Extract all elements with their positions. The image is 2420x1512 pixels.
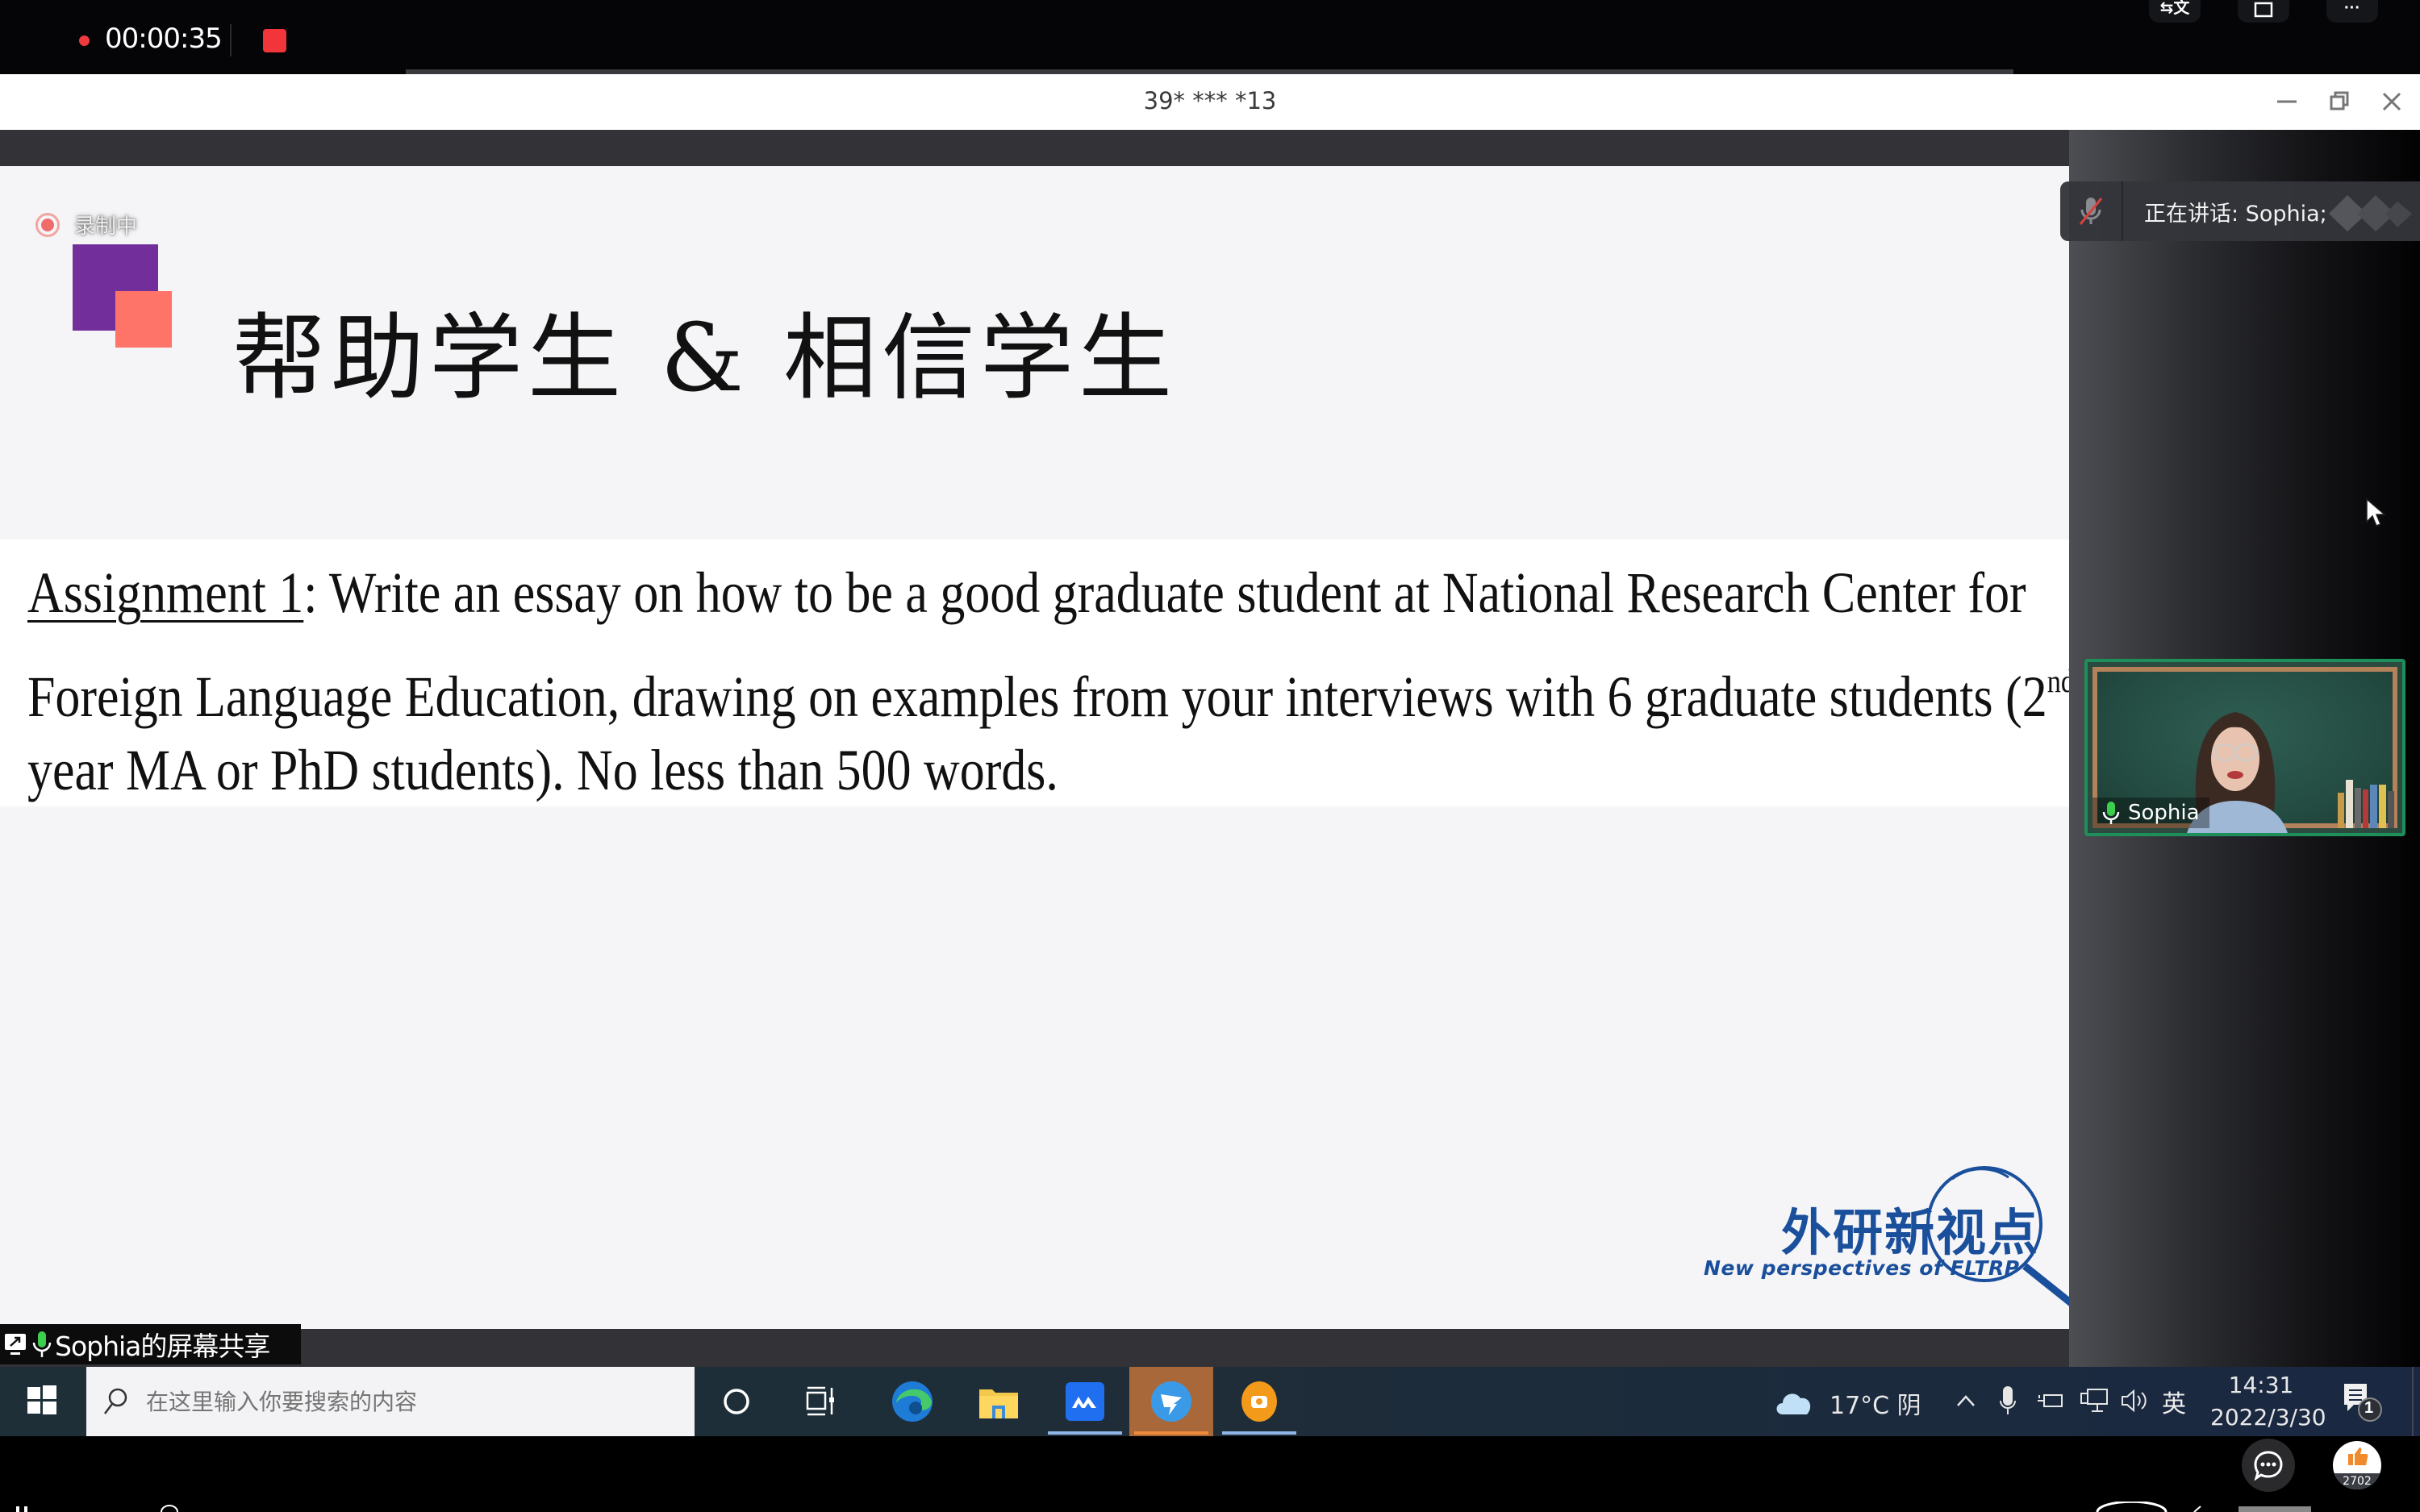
stop-recording-button[interactable] [263, 29, 286, 52]
chat-bubble-icon [2254, 1451, 2283, 1481]
body-line-2: Foreign Language Education, drawing on e… [27, 637, 2075, 729]
taskbar-clock[interactable]: 14:31 2022/3/30 [2210, 1369, 2326, 1434]
toolbar-divider [230, 24, 232, 56]
body-line-3: year MA or PhD students). No less than 5… [27, 738, 1058, 802]
edge-icon [892, 1381, 933, 1422]
minimize-icon [2277, 100, 2297, 103]
recording-toolbar [0, 0, 2420, 74]
window-button[interactable] [2238, 0, 2289, 23]
cortana-icon [724, 1389, 749, 1414]
active-speaker-badge: 正在讲话: Sophia; [2060, 181, 2420, 241]
bottom-controls-partial [16, 1502, 2311, 1512]
body-line-1: Assignment 1: Write an essay on how to b… [27, 548, 2026, 637]
slide-title: 帮助学生 & 相信学生 [232, 304, 1178, 413]
notification-count: 1 [2364, 1399, 2374, 1417]
window-title: 39* *** *13 [1143, 87, 1277, 115]
microphone-icon [2000, 1386, 2016, 1414]
screen-share-label: Sophia的屏幕共享 [0, 1324, 301, 1364]
volume-icon [2122, 1389, 2147, 1413]
recording-indicator: 录制中 [35, 210, 137, 240]
running-indicator [1222, 1431, 1296, 1435]
chat-button[interactable] [2242, 1439, 2295, 1492]
speaking-label: 正在讲话: Sophia; [2144, 201, 2327, 227]
network-icon [2080, 1389, 2108, 1412]
clock-time: 14:31 [2228, 1372, 2294, 1398]
chevron-up-icon [1957, 1395, 1975, 1406]
translate-button[interactable]: ⇆文 [2149, 0, 2201, 23]
screen-share-text: Sophia的屏幕共享 [55, 1331, 270, 1362]
close-icon [2382, 92, 2401, 111]
volume-tray[interactable] [2118, 1381, 2153, 1421]
body-line-2-text: Foreign Language Education, drawing on e… [27, 664, 2047, 729]
action-center-button[interactable]: 1 [2339, 1381, 2388, 1430]
show-desktop-button[interactable] [2412, 1367, 2414, 1436]
translate-icon: ⇆文 [2159, 0, 2190, 17]
recording-label: 录制中 [74, 214, 138, 238]
search-icon [104, 1388, 127, 1414]
network-tray[interactable] [2076, 1381, 2112, 1421]
active-indicator [1134, 1431, 1208, 1435]
start-button[interactable] [21, 1379, 63, 1421]
slide-decoration-salmon [115, 291, 172, 348]
taskbar-search[interactable] [86, 1367, 695, 1436]
more-button[interactable]: ··· [2326, 0, 2378, 23]
notification-icon [2344, 1384, 2382, 1422]
taskbar-app-blue[interactable] [1043, 1367, 1127, 1436]
minimize-button[interactable] [2267, 84, 2307, 119]
dingtalk-icon [1151, 1381, 1191, 1422]
app-blue-icon [1066, 1382, 1104, 1421]
taskbar-dingtalk-active[interactable] [1129, 1367, 1213, 1436]
running-indicator [1048, 1431, 1122, 1435]
recording-timer: 00:00:35 [105, 23, 223, 55]
like-button[interactable]: 2702 [2333, 1441, 2381, 1489]
assignment-label: Assignment 1 [27, 560, 304, 625]
weather-text[interactable]: 17°C 阴 [1830, 1385, 1921, 1421]
show-hidden-icons-button[interactable] [1948, 1381, 1984, 1421]
recording-dot-icon [79, 35, 90, 46]
slide-bottom-strip [0, 1329, 2069, 1367]
mouse-cursor-icon [2366, 498, 2387, 527]
thumbs-up-icon [2348, 1447, 2368, 1465]
windows-logo-icon [27, 1385, 56, 1414]
weather-cloud-icon[interactable] [1775, 1387, 1813, 1418]
more-icon: ··· [2344, 0, 2360, 17]
app-orange-icon [1241, 1381, 1277, 1422]
folder-icon [979, 1389, 1018, 1418]
app-watermark-icon [2329, 195, 2412, 231]
logo-english-text: New perspectives of FLTRP [1704, 1256, 2020, 1280]
like-count: 2702 [2333, 1473, 2381, 1489]
restore-icon [2330, 91, 2349, 110]
clock-date: 2022/3/30 [2210, 1404, 2326, 1431]
mic-on-icon [2102, 802, 2120, 824]
slide-body-text: Assignment 1: Write an essay on how to b… [27, 548, 2075, 814]
task-view-icon [806, 1386, 834, 1416]
fltrp-logo: 外研新视点 New perspectives of FLTRP [1702, 1161, 2073, 1306]
bookshelf [2338, 777, 2394, 828]
file-explorer-button[interactable] [957, 1367, 1041, 1436]
participant-name: Sophia [2128, 801, 2200, 825]
screen-share-icon [5, 1334, 26, 1355]
participant-video-tile[interactable]: Sophia [2084, 659, 2405, 836]
battery-plug-icon [2038, 1394, 2063, 1407]
window-icon [2254, 2, 2273, 18]
close-button[interactable] [2372, 84, 2412, 119]
participant-name-bar: Sophia [2092, 798, 2209, 828]
body-line-1-text: : Write an essay on how to be a good gra… [303, 560, 2026, 625]
mic-on-icon [32, 1331, 52, 1357]
battery-tray[interactable] [2033, 1381, 2068, 1421]
task-view-button[interactable] [779, 1367, 863, 1436]
microphone-tray[interactable] [1990, 1381, 2026, 1421]
taskbar-app-orange[interactable] [1217, 1367, 1301, 1436]
mic-muted-icon[interactable] [2060, 181, 2123, 241]
cortana-button[interactable] [695, 1367, 778, 1436]
restore-button[interactable] [2319, 84, 2360, 119]
input-language-indicator[interactable]: 英 [2162, 1384, 2186, 1419]
logo-chinese-text: 外研新视点 [1781, 1203, 2040, 1262]
search-input[interactable] [146, 1388, 630, 1415]
slide-top-strip [0, 130, 2069, 166]
edge-button[interactable] [870, 1367, 954, 1436]
recording-icon [35, 212, 60, 237]
